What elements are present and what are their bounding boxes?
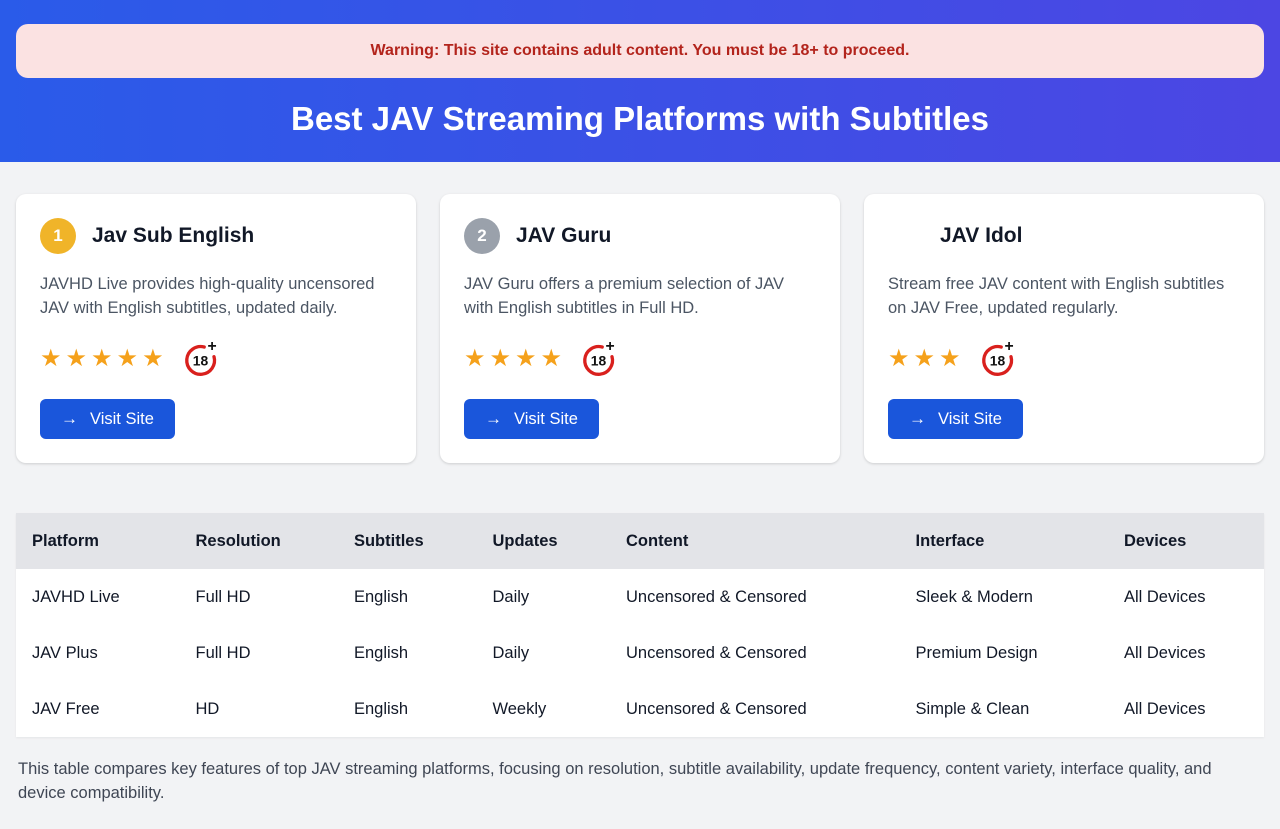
col-header-interface: Interface (900, 513, 1108, 569)
svg-text:18: 18 (989, 352, 1005, 368)
cell-resolution: Full HD (179, 569, 337, 625)
visit-site-button[interactable]: → Visit Site (40, 399, 175, 439)
visit-site-label: Visit Site (90, 409, 154, 429)
cell-platform: JAV Free (16, 681, 179, 737)
comparison-table: Platform Resolution Subtitles Updates Co… (16, 513, 1264, 737)
card-head: 1 Jav Sub English (40, 218, 392, 254)
cell-devices: All Devices (1108, 625, 1264, 681)
col-header-content: Content (610, 513, 900, 569)
visit-site-label: Visit Site (514, 409, 578, 429)
rank-badge: 2 (464, 218, 500, 254)
cell-subtitles: English (338, 681, 477, 737)
col-header-devices: Devices (1108, 513, 1264, 569)
table-header-row: Platform Resolution Subtitles Updates Co… (16, 513, 1264, 569)
col-header-subtitles: Subtitles (338, 513, 477, 569)
cell-resolution: Full HD (179, 625, 337, 681)
platform-card-3: JAV Idol Stream free JAV content with En… (864, 194, 1264, 463)
main-content: 1 Jav Sub English JAVHD Live provides hi… (0, 194, 1280, 829)
svg-text:+: + (606, 340, 615, 355)
card-head: 2 JAV Guru (464, 218, 816, 254)
arrow-right-icon: → (61, 409, 78, 429)
svg-text:+: + (207, 340, 216, 355)
cell-subtitles: English (338, 625, 477, 681)
arrow-right-icon: → (485, 409, 502, 429)
page-title: Best JAV Streaming Platforms with Subtit… (16, 100, 1264, 138)
cell-content: Uncensored & Censored (610, 569, 900, 625)
arrow-right-icon: → (909, 409, 926, 429)
cell-interface: Sleek & Modern (900, 569, 1108, 625)
svg-text:18: 18 (591, 352, 607, 368)
visit-site-label: Visit Site (938, 409, 1002, 429)
cell-updates: Daily (476, 625, 610, 681)
header: Warning: This site contains adult conten… (0, 0, 1280, 162)
table-row: JAV Plus Full HD English Daily Uncensore… (16, 625, 1264, 681)
visit-site-button[interactable]: → Visit Site (888, 399, 1023, 439)
warning-text: This site contains adult content. You mu… (444, 42, 910, 59)
table-row: JAVHD Live Full HD English Daily Uncenso… (16, 569, 1264, 625)
platform-cards: 1 Jav Sub English JAVHD Live provides hi… (16, 194, 1264, 463)
card-title: JAV Idol (940, 224, 1022, 248)
cell-interface: Premium Design (900, 625, 1108, 681)
rank-badge (888, 218, 924, 254)
card-title: Jav Sub English (92, 224, 254, 248)
cell-resolution: HD (179, 681, 337, 737)
cell-updates: Weekly (476, 681, 610, 737)
cell-content: Uncensored & Censored (610, 681, 900, 737)
rating-row: ★★★★ 18 + (464, 340, 816, 377)
card-description: Stream free JAV content with English sub… (888, 272, 1240, 320)
platform-card-1: 1 Jav Sub English JAVHD Live provides hi… (16, 194, 416, 463)
table-row: JAV Free HD English Weekly Uncensored & … (16, 681, 1264, 737)
rank-badge: 1 (40, 218, 76, 254)
cell-content: Uncensored & Censored (610, 625, 900, 681)
card-description: JAVHD Live provides high-quality uncenso… (40, 272, 392, 320)
star-rating-icon: ★★★★ (464, 347, 566, 371)
col-header-resolution: Resolution (179, 513, 337, 569)
table-description: This table compares key features of top … (18, 757, 1248, 805)
age-18-plus-icon: 18 + (979, 340, 1016, 377)
cell-devices: All Devices (1108, 681, 1264, 737)
svg-text:18: 18 (192, 352, 208, 368)
cell-subtitles: English (338, 569, 477, 625)
rating-row: ★★★★★ 18 + (40, 340, 392, 377)
svg-text:+: + (1004, 340, 1013, 355)
visit-site-button[interactable]: → Visit Site (464, 399, 599, 439)
rating-row: ★★★ 18 + (888, 340, 1240, 377)
col-header-platform: Platform (16, 513, 179, 569)
cell-interface: Simple & Clean (900, 681, 1108, 737)
age-18-plus-icon: 18 + (182, 340, 219, 377)
star-rating-icon: ★★★★★ (40, 347, 168, 371)
card-title: JAV Guru (516, 224, 611, 248)
page: Warning: This site contains adult conten… (0, 0, 1280, 829)
cell-platform: JAV Plus (16, 625, 179, 681)
age-18-plus-icon: 18 + (580, 340, 617, 377)
age-warning-banner: Warning: This site contains adult conten… (16, 24, 1264, 78)
comparison-table-section: Platform Resolution Subtitles Updates Co… (16, 513, 1264, 737)
star-rating-icon: ★★★ (888, 347, 965, 371)
warning-label: Warning: (371, 42, 440, 59)
cell-devices: All Devices (1108, 569, 1264, 625)
col-header-updates: Updates (476, 513, 610, 569)
cell-updates: Daily (476, 569, 610, 625)
card-description: JAV Guru offers a premium selection of J… (464, 272, 816, 320)
card-head: JAV Idol (888, 218, 1240, 254)
cell-platform: JAVHD Live (16, 569, 179, 625)
platform-card-2: 2 JAV Guru JAV Guru offers a premium sel… (440, 194, 840, 463)
